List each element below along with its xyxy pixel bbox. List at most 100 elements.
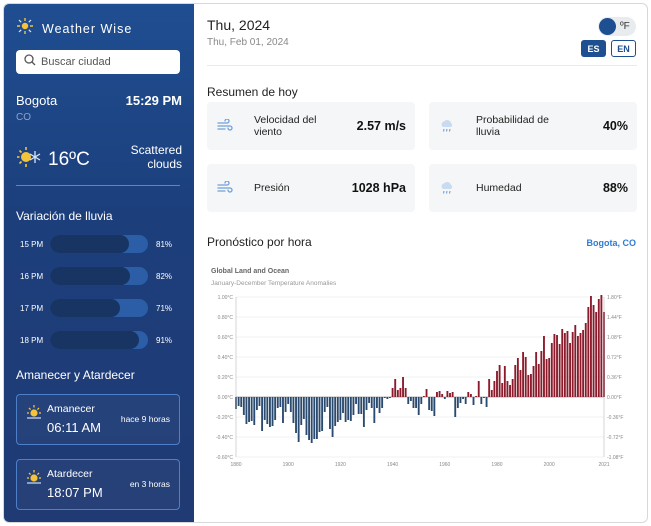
bar — [399, 388, 402, 397]
rain-bar-track — [50, 267, 148, 285]
bar — [276, 397, 279, 408]
rain-row: 16 PM 82% — [20, 267, 180, 285]
y-right-tick-label: 1.80°F — [607, 295, 622, 301]
x-tick-label: 1980 — [491, 462, 502, 468]
bar — [300, 397, 303, 425]
sunrise-time: 06:11 AM — [47, 420, 101, 435]
bar — [349, 397, 352, 421]
wind-speed-card: Velocidad del viento 2.57 m/s — [207, 102, 415, 150]
bar — [308, 397, 311, 440]
bar — [441, 394, 444, 397]
bar — [305, 397, 308, 435]
search-input[interactable] — [41, 56, 171, 68]
bar — [496, 371, 498, 397]
bar — [584, 323, 587, 397]
rain-probability-card: Probabilidad de lluvia 40% — [429, 102, 637, 150]
bar — [503, 366, 506, 397]
bar — [355, 397, 357, 404]
bar — [253, 397, 256, 425]
date-full: Thu, Feb 01, 2024 — [207, 37, 289, 48]
bar — [509, 385, 511, 397]
bar — [430, 397, 433, 411]
bar — [334, 397, 337, 426]
language-en-button[interactable]: EN — [611, 40, 636, 57]
rain-probability-label: Probabilidad de lluvia — [476, 114, 549, 138]
bar — [469, 394, 472, 397]
local-time: 15:29 PM — [125, 93, 182, 108]
bar — [485, 397, 488, 407]
bar — [422, 396, 425, 397]
rain-bar-track — [50, 235, 148, 253]
bar — [464, 397, 467, 404]
bar — [522, 352, 525, 397]
y-left-tick-label: -0.40°C — [216, 435, 233, 441]
rain-bar-track — [50, 331, 148, 349]
bar — [540, 351, 543, 397]
bar — [553, 334, 556, 397]
language-es-button[interactable]: ES — [581, 40, 606, 57]
bar — [459, 397, 462, 403]
bar — [532, 366, 535, 397]
bar — [446, 391, 449, 397]
bar — [326, 397, 329, 407]
y-right-tick-label: 0.72°F — [607, 355, 622, 361]
rain-hour: 15 PM — [20, 239, 44, 249]
bar — [261, 397, 264, 431]
forecast-location-link[interactable]: Bogota, CO — [587, 238, 637, 248]
bar — [579, 333, 582, 397]
x-tick-label: 1960 — [439, 462, 450, 468]
header-divider — [207, 65, 637, 66]
y-left-tick-label: 0.80°C — [218, 315, 234, 321]
rain-percent: 91% — [156, 335, 173, 345]
bar — [425, 389, 428, 397]
bar — [313, 397, 316, 439]
rain-percent: 81% — [156, 239, 173, 249]
city-name: Bogota — [16, 93, 58, 108]
bar — [292, 397, 295, 423]
country-code: CO — [16, 112, 31, 123]
bar — [370, 397, 373, 408]
bar — [409, 397, 412, 401]
bar — [315, 397, 318, 439]
bar — [477, 381, 480, 397]
bar — [592, 305, 595, 397]
bar — [248, 397, 250, 422]
bar — [279, 397, 282, 407]
bar — [550, 343, 553, 397]
toggle-knob — [599, 18, 616, 35]
bar — [467, 392, 470, 397]
humidity-label: Humedad — [476, 182, 522, 194]
bar — [527, 375, 530, 397]
bar — [240, 397, 243, 407]
unit-toggle[interactable]: ºF — [598, 17, 636, 36]
bar — [237, 397, 240, 406]
bar — [263, 397, 266, 420]
bar — [352, 397, 355, 415]
temperature-value: 16ºC — [48, 148, 90, 170]
bar — [436, 392, 438, 397]
bar — [493, 381, 496, 397]
bar — [456, 397, 459, 408]
bar — [378, 397, 381, 413]
sun-snow-weather-icon — [16, 144, 42, 175]
bar — [535, 352, 538, 397]
bar — [342, 397, 344, 413]
x-tick-label: 1900 — [283, 462, 294, 468]
chart-title: Global Land and Ocean — [211, 268, 289, 275]
bar — [537, 364, 540, 397]
bar — [266, 397, 269, 424]
sun-section-title: Amanecer y Atardecer — [16, 368, 135, 382]
rain-hour: 17 PM — [20, 303, 44, 313]
rain-hour: 16 PM — [20, 271, 44, 281]
bar — [268, 397, 271, 427]
bar — [242, 397, 245, 415]
bar — [318, 397, 321, 432]
bar — [255, 397, 258, 410]
bar — [310, 397, 313, 443]
bar — [524, 357, 527, 397]
sunrise-label: Amanecer — [47, 403, 95, 415]
search-box[interactable] — [16, 50, 180, 74]
bar — [404, 388, 407, 397]
bar — [428, 397, 431, 410]
bar — [582, 330, 585, 397]
